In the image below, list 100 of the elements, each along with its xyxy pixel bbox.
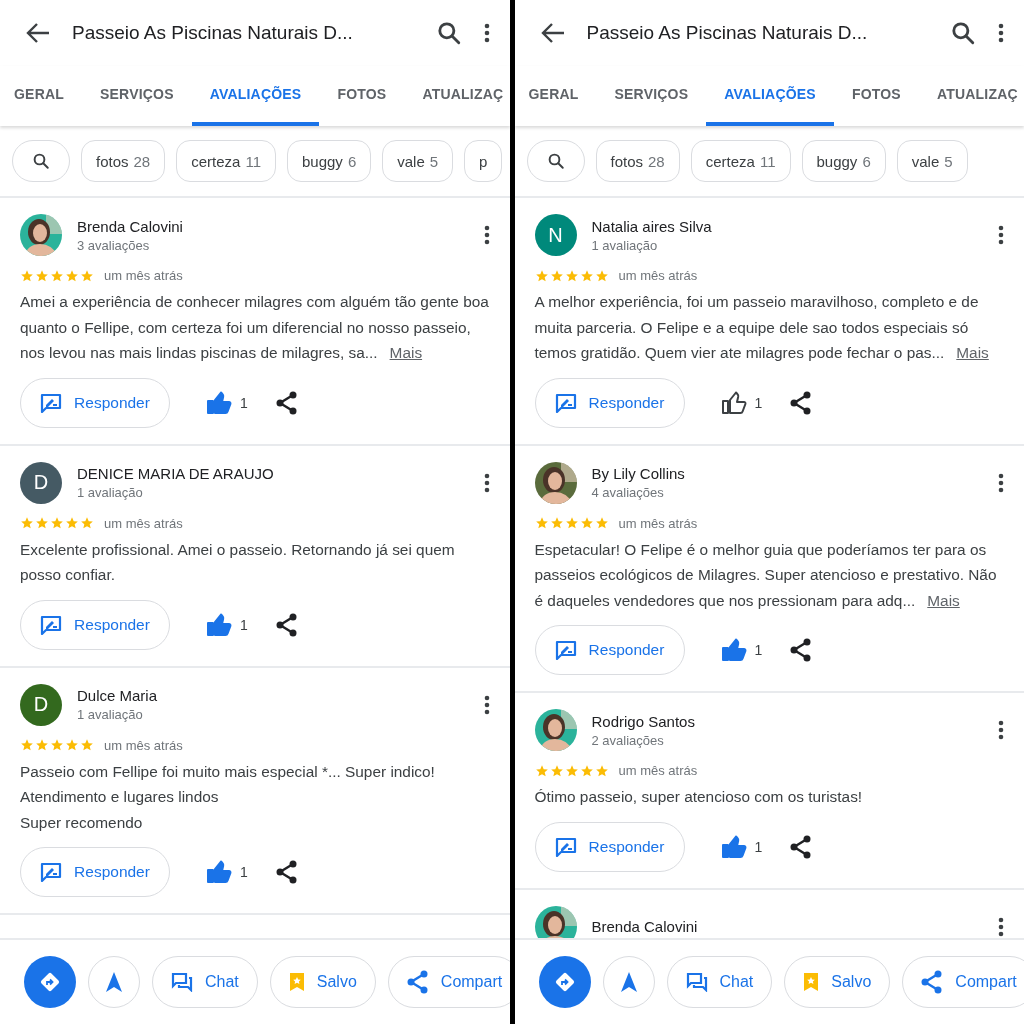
like-button[interactable]: 1	[716, 386, 767, 419]
more-options-button[interactable]	[483, 225, 490, 245]
like-button[interactable]: 1	[202, 608, 252, 641]
more-icon	[483, 472, 490, 493]
more-options-button[interactable]	[998, 720, 1004, 740]
more-options-button[interactable]	[483, 472, 490, 493]
filter-chip[interactable]: p	[464, 140, 503, 182]
star-icon	[564, 516, 579, 530]
star-icon	[65, 268, 79, 283]
back-arrow-icon	[26, 22, 50, 44]
share-button[interactable]	[275, 612, 298, 637]
search-reviews-button[interactable]	[12, 140, 70, 182]
avatar: N	[534, 214, 577, 256]
saved-button[interactable]: Salvo	[269, 956, 376, 1008]
reply-button[interactable]: Responder	[20, 599, 170, 650]
reply-button[interactable]: Responder	[20, 377, 170, 428]
back-button[interactable]	[540, 22, 565, 44]
saved-button[interactable]: Salvo	[784, 956, 891, 1008]
reply-icon	[40, 392, 63, 413]
tab[interactable]: ATUALIZAÇ	[404, 66, 510, 126]
more-options-button[interactable]	[998, 472, 1004, 493]
like-button[interactable]: 1	[716, 830, 767, 863]
star-icon	[50, 268, 64, 283]
tab[interactable]: SERVIÇOS	[596, 66, 707, 126]
tab[interactable]: GERAL	[514, 66, 597, 126]
like-button[interactable]: 1	[716, 634, 767, 666]
more-options-button[interactable]	[483, 694, 490, 715]
directions-button[interactable]	[24, 956, 76, 1008]
star-icon	[20, 738, 34, 752]
share-button[interactable]	[790, 638, 813, 662]
tab[interactable]: SERVIÇOS	[82, 66, 192, 126]
more-link[interactable]: Mais	[927, 591, 960, 609]
thumbs-up-icon	[206, 860, 232, 884]
star-icon	[35, 738, 49, 752]
back-arrow-icon	[540, 22, 565, 44]
tab[interactable]: AVALIAÇÕES	[191, 66, 320, 126]
more-options-button[interactable]	[998, 916, 1004, 937]
chat-button[interactable]: Chat	[666, 956, 773, 1008]
share-button[interactable]	[275, 860, 298, 884]
navigate-button[interactable]	[88, 956, 140, 1008]
chat-button[interactable]: Chat	[152, 956, 258, 1008]
star-icon	[20, 268, 34, 283]
star-icon	[534, 763, 549, 778]
reviewer-name: By Lily Collins	[591, 465, 686, 482]
bookmark-icon	[288, 972, 305, 992]
reviewer-name: Brenda Calovini	[77, 217, 184, 235]
share-icon	[790, 638, 813, 662]
more-link[interactable]: Mais	[389, 344, 423, 361]
review-count: 2 avaliações	[591, 732, 665, 748]
search-icon	[546, 152, 565, 170]
filter-chip[interactable]: buggy 6	[801, 140, 886, 182]
share-place-button[interactable]: Compart	[902, 956, 1024, 1008]
filter-chip[interactable]: buggy 6	[287, 140, 372, 182]
reply-icon	[40, 614, 63, 635]
star-icon	[594, 763, 609, 778]
reply-button[interactable]: Responder	[534, 377, 685, 428]
tab[interactable]: AVALIAÇÕES	[706, 66, 834, 126]
share-button[interactable]	[275, 390, 298, 415]
back-button[interactable]	[26, 22, 50, 44]
like-button[interactable]: 1	[202, 856, 252, 888]
navigation-arrow-icon	[619, 971, 638, 993]
filter-chip[interactable]: vale 5	[382, 140, 454, 182]
share-icon	[921, 970, 944, 994]
share-button[interactable]	[790, 834, 813, 859]
more-options-button[interactable]	[483, 23, 490, 43]
reply-button[interactable]: Responder	[534, 821, 685, 872]
thumbs-up-icon	[206, 612, 232, 637]
reply-icon	[554, 392, 577, 413]
review-time: um mês atrás	[618, 515, 698, 531]
review-text: Ótimo passeio, super atencioso com os turistas!	[534, 787, 864, 807]
more-options-button[interactable]	[998, 23, 1004, 43]
search-reviews-button[interactable]	[526, 140, 585, 182]
tab[interactable]: FOTOS	[319, 66, 405, 126]
like-button[interactable]: 1	[202, 386, 252, 419]
more-link[interactable]: Mais	[956, 344, 989, 361]
search-button[interactable]	[435, 20, 462, 46]
star-icon	[50, 516, 64, 530]
more-icon	[483, 694, 490, 715]
share-button[interactable]	[790, 390, 813, 415]
filter-chip[interactable]: certeza 11	[176, 140, 276, 182]
reply-button[interactable]: Responder	[534, 625, 685, 675]
filter-chip[interactable]: certeza 11	[690, 140, 791, 182]
reply-button[interactable]: Responder	[20, 847, 170, 897]
tab[interactable]: ATUALIZAÇ	[918, 66, 1024, 126]
search-button[interactable]	[950, 20, 976, 46]
filter-chip[interactable]: fotos 28	[595, 140, 680, 182]
chat-icon	[685, 972, 708, 992]
share-icon	[275, 390, 298, 415]
thumbs-up-icon	[206, 390, 232, 415]
directions-button[interactable]	[538, 956, 591, 1008]
share-place-button[interactable]: Compart	[387, 956, 510, 1008]
search-icon	[32, 152, 50, 170]
review-count: 1 avaliação	[591, 237, 659, 253]
more-options-button[interactable]	[998, 225, 1004, 245]
star-icon	[594, 268, 609, 283]
review-count: 4 avaliações	[591, 485, 665, 500]
tab[interactable]: FOTOS	[833, 66, 919, 126]
filter-chip[interactable]: fotos 28	[81, 140, 166, 182]
filter-chip[interactable]: vale 5	[896, 140, 968, 182]
tab[interactable]: GERAL	[0, 66, 82, 126]
